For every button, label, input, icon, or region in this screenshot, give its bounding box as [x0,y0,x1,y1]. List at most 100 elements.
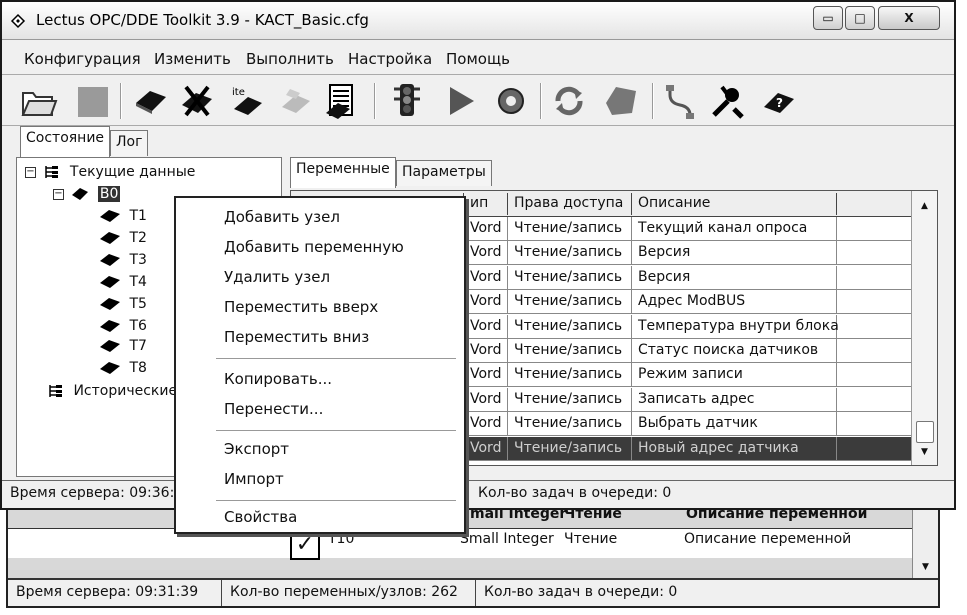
menu-item-add-node[interactable]: Добавить узел [224,208,340,226]
cell-type: Vord [463,339,507,363]
cell-desc: Температура внутри блока [631,314,839,339]
scroll-down-icon[interactable]: ▼ [922,562,929,572]
tree-node-t2[interactable]: T2 [99,228,147,248]
background-window: mall Integer Чтение Описание переменной … [6,500,940,608]
bg-status-tasks: Кол-во задач в очереди: 0 [484,584,678,600]
tree-node-t1[interactable]: T1 [99,206,147,226]
menu-item-move-up[interactable]: Переместить вверх [224,298,378,316]
collapse-icon[interactable]: − [25,166,36,178]
tree-node-historical[interactable]: Исторические [47,381,177,401]
grid-scrollbar[interactable]: ▲ ▼ [911,191,937,465]
menu-item-copy[interactable]: Копировать... [224,370,332,388]
menu-item-export[interactable]: Экспорт [224,440,289,458]
rename-tag-icon[interactable]: ite [228,81,266,121]
tree-node-t5[interactable]: T5 [99,294,147,314]
context-menu: Добавить узел Добавить переменную Удалит… [174,196,466,534]
column-header-description[interactable]: Описание [631,193,837,215]
cell-type: Vord [463,217,507,241]
tree-node-t7[interactable]: T7 [99,336,147,356]
column-header-type[interactable]: ип [463,193,507,215]
save-icon[interactable] [74,81,112,121]
tab-log[interactable]: Лог [110,130,149,156]
menu-edit[interactable]: Изменить [154,50,231,68]
stop-icon[interactable] [602,81,640,121]
scroll-down-icon[interactable]: ▼ [921,447,928,457]
cell-type: Vord [463,436,507,461]
menu-item-move-down[interactable]: Переместить вниз [224,328,369,346]
record-icon[interactable] [492,81,530,121]
window-title: Lectus OPC/DDE Toolkit 3.9 - KACT_Basic.… [36,11,369,29]
title-bar[interactable]: Lectus OPC/DDE Toolkit 3.9 - KACT_Basic.… [2,2,954,40]
cell-access: Чтение/запись [507,265,631,290]
menu-help[interactable]: Помощь [446,50,510,68]
menu-item-properties[interactable]: Свойства [224,508,297,526]
cell-access: Чтение/запись [507,387,631,412]
tree-node-t4[interactable]: T4 [99,272,147,292]
connect-icon[interactable] [662,81,700,121]
help-book-icon[interactable]: ? [760,81,798,121]
menu-item-add-variable[interactable]: Добавить переменную [224,238,404,256]
bg-row-type: Small Integer [460,531,554,547]
tag-icon [100,298,120,310]
tree-node-label: Исторические [73,383,178,399]
bg-scrollbar[interactable]: ▼ [912,508,938,578]
add-tag-icon[interactable] [132,81,170,121]
bg-table-row[interactable]: T10 Small Integer Чтение Описание переме… [8,528,938,558]
toolbar-separator [120,83,122,119]
tools-icon[interactable] [708,81,746,121]
toolbar: ite ? [2,74,954,126]
tag-icon [100,210,120,222]
close-button[interactable]: X [878,6,940,30]
minimize-button[interactable]: ▭ [813,6,843,30]
scroll-up-icon[interactable]: ▲ [921,201,928,211]
delete-tag-icon[interactable] [178,81,216,121]
tab-state[interactable]: Состояние [20,126,111,157]
refresh-icon[interactable] [550,81,588,121]
column-header-access[interactable]: Права доступа [507,193,631,215]
menu-item-import[interactable]: Импорт [224,470,284,488]
menu-bar: Конфигурация Изменить Выполнить Настройк… [2,46,954,72]
cell-access: Чтение/запись [507,241,631,266]
paste-tag-icon[interactable] [276,81,314,121]
tag-icon [100,254,120,266]
svg-text:?: ? [776,96,783,110]
menu-settings[interactable]: Настройка [348,50,432,68]
menu-run[interactable]: Выполнить [246,50,334,68]
cell-type: Vord [463,363,507,388]
tree-node-label: Текущие данные [69,164,196,180]
cell-desc: Версия [631,265,837,290]
open-folder-icon[interactable] [20,81,58,121]
cell-desc: Выбрать датчик [631,412,837,437]
tree-node-t3[interactable]: T3 [99,250,147,270]
tag-icon [72,188,89,200]
app-icon [10,13,26,29]
tree-node-b0[interactable]: − B0 [53,184,121,204]
toolbar-separator [652,83,654,119]
menu-item-delete-node[interactable]: Удалить узел [224,268,330,286]
tree-node-t6[interactable]: T6 [99,316,147,336]
play-icon[interactable] [442,81,480,121]
cell-access: Чтение/запись [507,339,631,363]
menu-separator [216,430,456,431]
tree-node-label: T2 [129,230,147,246]
cell-desc: Записать адрес [631,387,837,412]
collapse-icon[interactable]: − [53,188,64,200]
toolbar-separator [540,83,542,119]
bg-status-count: Кол-во переменных/узлов: 262 [222,580,476,606]
status-bar: Время сервера: 09:36: Кол-во задач в оче… [2,480,954,508]
cell-desc: Новый адрес датчика [631,436,837,461]
bg-row-checkbox[interactable]: ✓ [290,532,320,560]
tree-node-label: T8 [129,360,147,376]
tab-parameters[interactable]: Параметры [396,160,492,186]
tree-node-label: T5 [129,296,147,312]
menu-configuration[interactable]: Конфигурация [24,50,141,68]
document-icon[interactable] [322,81,360,121]
maximize-button[interactable]: □ [845,6,875,30]
tab-variables[interactable]: Переменные [290,157,396,188]
scroll-thumb[interactable] [916,421,934,443]
tree-node-t8[interactable]: T8 [99,358,147,378]
cell-access: Чтение/запись [507,363,631,388]
menu-item-move[interactable]: Перенести... [224,400,323,418]
tree-node-current-data[interactable]: − Текущие данные [25,162,195,182]
traffic-light-icon[interactable] [388,81,426,121]
